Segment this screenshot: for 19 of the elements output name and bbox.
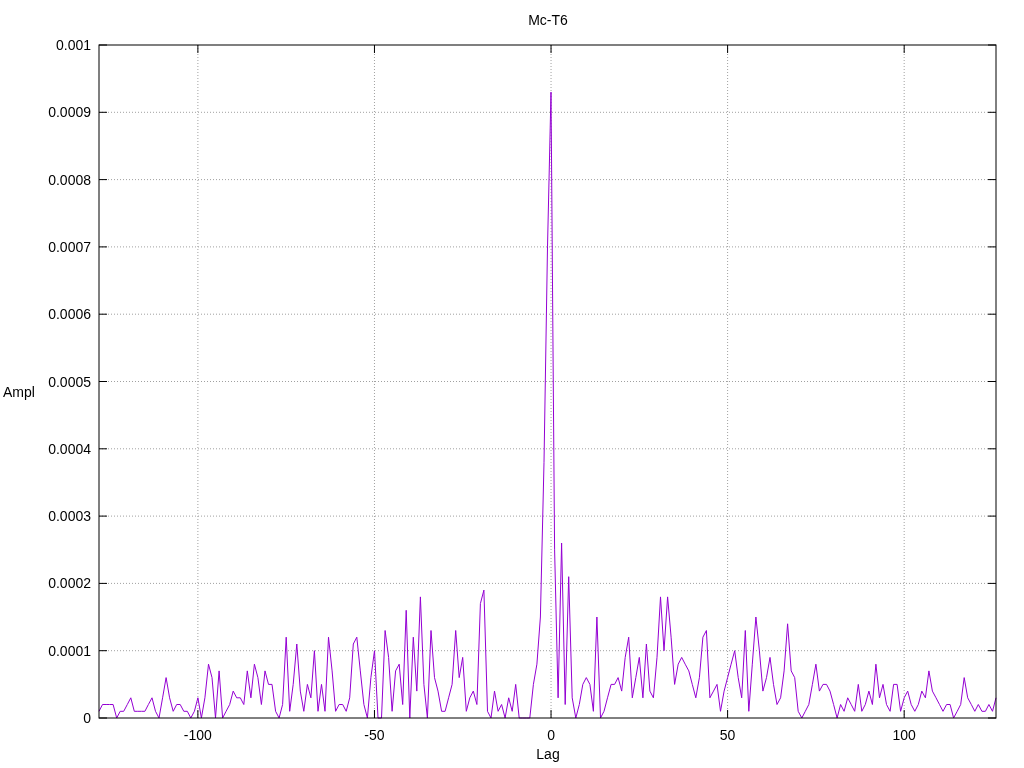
- chart-title: Mc-T6: [528, 12, 568, 28]
- y-tick-label: 0.0006: [48, 306, 91, 323]
- y-axis-label: Ampl: [3, 384, 35, 400]
- y-tick-label: 0.0001: [48, 642, 91, 659]
- x-tick-label: 50: [719, 727, 736, 743]
- x-tick-label: 0: [547, 727, 555, 743]
- y-tick-label: 0.0004: [48, 440, 91, 457]
- y-tick-label: 0.0005: [48, 373, 91, 390]
- x-axis-label: Lag: [536, 746, 560, 762]
- y-tick-label: 0.0008: [48, 171, 91, 188]
- y-tick-label: 0.001: [55, 37, 91, 53]
- y-tick-label: 0.0007: [48, 238, 91, 255]
- x-tick-label: -100: [183, 727, 212, 743]
- y-tick-label: 0: [83, 710, 91, 726]
- x-tick-label: 100: [892, 727, 916, 743]
- x-tick-label: -50: [364, 727, 385, 743]
- y-tick-label: 0.0003: [48, 508, 91, 525]
- y-tick-label: 0.0009: [48, 104, 91, 121]
- y-tick-label: 0.0002: [48, 575, 91, 592]
